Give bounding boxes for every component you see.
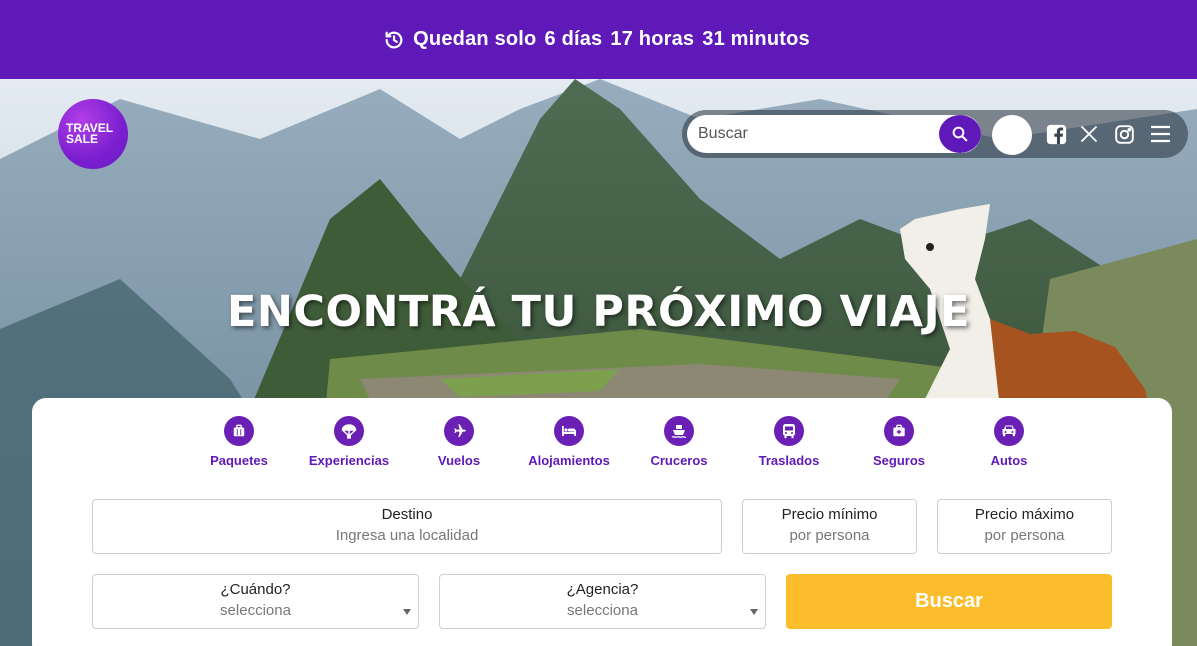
bed-icon bbox=[554, 416, 584, 446]
parachute-icon bbox=[334, 416, 364, 446]
plane-icon bbox=[444, 416, 474, 446]
tab-seguros[interactable]: Seguros bbox=[844, 416, 954, 476]
tab-label: Seguros bbox=[872, 453, 925, 468]
instagram-icon[interactable] bbox=[1113, 123, 1135, 145]
countdown-minutes: 31 minutos bbox=[702, 28, 810, 50]
agencia-value: selecciona bbox=[567, 602, 638, 619]
search-card: Paquetes Experiencias Vuelos Alojamiento… bbox=[32, 398, 1172, 646]
tab-alojamientos[interactable]: Alojamientos bbox=[514, 416, 624, 476]
chevron-down-icon bbox=[750, 609, 758, 615]
tab-label: Traslados bbox=[758, 453, 820, 468]
ship-icon bbox=[664, 416, 694, 446]
x-icon[interactable] bbox=[1078, 123, 1100, 145]
hero-headline: ENCONTRÁ TU PRÓXIMO VIAJE bbox=[227, 287, 970, 337]
tab-label: Paquetes bbox=[210, 453, 268, 468]
cuando-select[interactable]: ¿Cuándo? selecciona bbox=[92, 574, 419, 629]
agencia-select[interactable]: ¿Agencia? selecciona bbox=[439, 574, 766, 629]
tab-cruceros[interactable]: Cruceros bbox=[624, 416, 734, 476]
destino-field[interactable]: Destino Ingresa una localidad bbox=[92, 499, 722, 554]
tab-label: Vuelos bbox=[437, 453, 481, 468]
user-avatar[interactable] bbox=[992, 115, 1032, 155]
search-box bbox=[687, 115, 981, 153]
precio-minimo-field[interactable]: Precio mínimo por persona bbox=[742, 499, 917, 554]
tab-label: Cruceros bbox=[650, 453, 708, 468]
header-toolbar bbox=[682, 110, 1188, 158]
logo-line-2: SALE bbox=[66, 132, 99, 146]
cuando-value: selecciona bbox=[220, 602, 291, 619]
clock-history-icon bbox=[383, 29, 405, 51]
search-button[interactable] bbox=[939, 115, 981, 153]
search-icon bbox=[952, 126, 968, 142]
precio-maximo-field[interactable]: Precio máximo por persona bbox=[937, 499, 1112, 554]
tab-vuelos[interactable]: Vuelos bbox=[404, 416, 514, 476]
tab-paquetes[interactable]: Paquetes bbox=[184, 416, 294, 476]
tab-traslados[interactable]: Traslados bbox=[734, 416, 844, 476]
bus-icon bbox=[774, 416, 804, 446]
countdown-days: 6 días bbox=[544, 28, 603, 50]
destino-placeholder: Ingresa una localidad bbox=[335, 527, 479, 544]
car-icon bbox=[994, 416, 1024, 446]
medical-kit-icon bbox=[884, 416, 914, 446]
category-tabs: Paquetes Experiencias Vuelos Alojamiento… bbox=[184, 416, 1027, 476]
precio-maximo-label: Precio máximo bbox=[974, 506, 1075, 523]
search-input[interactable] bbox=[687, 125, 927, 143]
tab-autos[interactable]: Autos bbox=[954, 416, 1064, 476]
hamburger-menu-icon[interactable] bbox=[1149, 123, 1171, 145]
destino-label: Destino bbox=[381, 506, 433, 523]
precio-minimo-label: Precio mínimo bbox=[781, 506, 878, 523]
cuando-label: ¿Cuándo? bbox=[220, 581, 291, 598]
agencia-label: ¿Agencia? bbox=[566, 581, 639, 598]
suitcase-icon bbox=[224, 416, 254, 446]
tab-label: Experiencias bbox=[308, 453, 390, 468]
tab-label: Autos bbox=[990, 453, 1028, 468]
countdown-banner: Quedan solo 6 días 17 horas 31 minutos bbox=[0, 0, 1197, 79]
precio-maximo-placeholder: por persona bbox=[984, 527, 1065, 544]
chevron-down-icon bbox=[403, 609, 411, 615]
travel-sale-logo[interactable]: TRAVEL SALE bbox=[58, 99, 128, 169]
countdown-hours: 17 horas bbox=[610, 28, 695, 50]
tab-experiencias[interactable]: Experiencias bbox=[294, 416, 404, 476]
buscar-button[interactable]: Buscar bbox=[786, 574, 1112, 629]
countdown-prefix: Quedan solo bbox=[413, 28, 537, 50]
tab-label: Alojamientos bbox=[528, 453, 610, 468]
facebook-icon[interactable] bbox=[1045, 123, 1067, 145]
precio-minimo-placeholder: por persona bbox=[789, 527, 870, 544]
